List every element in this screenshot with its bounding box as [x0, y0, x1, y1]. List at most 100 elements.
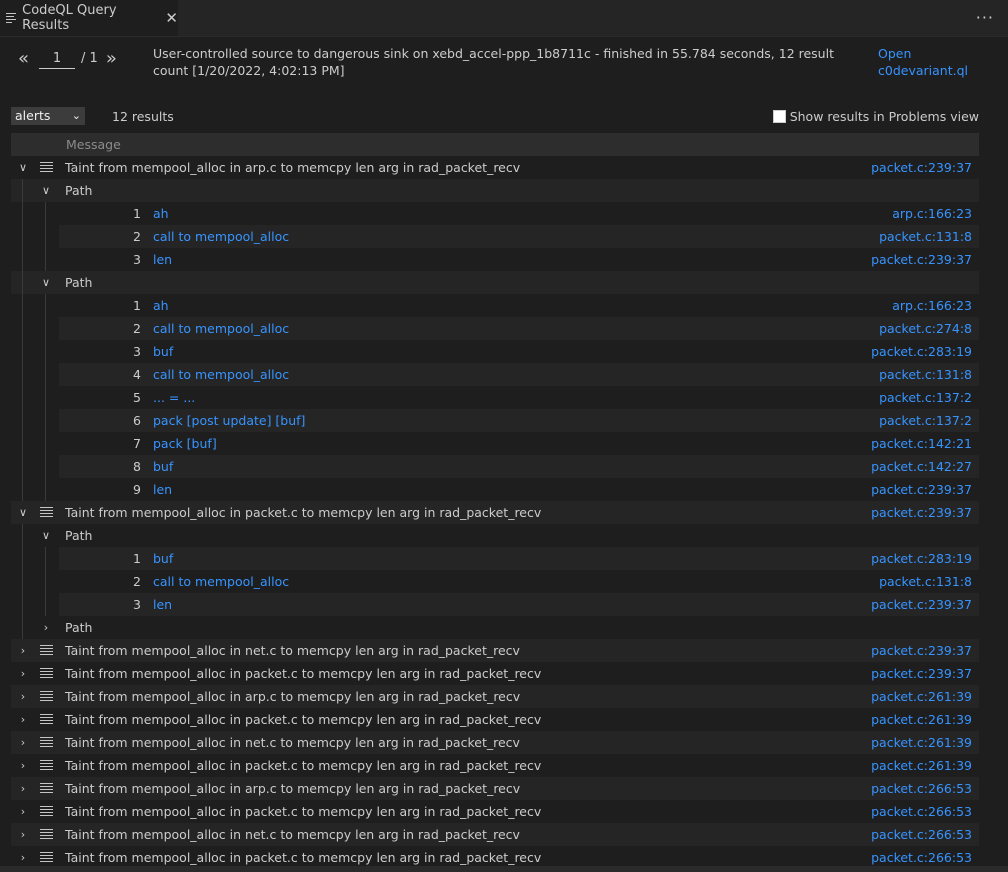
- step-link[interactable]: call to mempool_alloc: [153, 363, 289, 386]
- result-location-link[interactable]: packet.c:239:37: [871, 156, 972, 179]
- step-location-link[interactable]: packet.c:137:2: [879, 409, 972, 432]
- result-location-link[interactable]: packet.c:266:53: [871, 777, 972, 800]
- result-list-icon[interactable]: [40, 829, 53, 839]
- path-step-row[interactable]: 9 len packet.c:239:37: [11, 478, 979, 501]
- result-row[interactable]: › Taint from mempool_alloc in packet.c to…: [11, 800, 979, 823]
- step-location-link[interactable]: packet.c:283:19: [871, 547, 972, 570]
- result-row[interactable]: › Taint from mempool_alloc in net.c to me…: [11, 639, 979, 662]
- path-step-row[interactable]: 2 call to mempool_alloc packet.c:274:8: [11, 317, 979, 340]
- chevron-down-icon[interactable]: ∨: [16, 501, 30, 524]
- chevron-right-icon[interactable]: ›: [39, 616, 53, 639]
- horizontal-scrollbar[interactable]: [0, 866, 1008, 872]
- chevron-down-icon[interactable]: ∨: [39, 524, 53, 547]
- step-location-link[interactable]: arp.c:166:23: [892, 294, 972, 317]
- step-link[interactable]: ... = ...: [153, 386, 195, 409]
- result-location-link[interactable]: packet.c:261:39: [871, 685, 972, 708]
- result-list-icon[interactable]: [40, 783, 53, 793]
- result-list-icon[interactable]: [40, 852, 53, 862]
- result-location-link[interactable]: packet.c:239:37: [871, 662, 972, 685]
- result-location-link[interactable]: packet.c:261:39: [871, 708, 972, 731]
- path-step-row[interactable]: 1 buf packet.c:283:19: [11, 547, 979, 570]
- step-location-link[interactable]: packet.c:239:37: [871, 593, 972, 616]
- step-link[interactable]: buf: [153, 340, 173, 363]
- result-location-link[interactable]: packet.c:239:37: [871, 501, 972, 524]
- result-list-icon[interactable]: [40, 737, 53, 747]
- chevron-right-icon[interactable]: ›: [16, 754, 30, 777]
- chevron-right-icon[interactable]: ›: [16, 777, 30, 800]
- step-location-link[interactable]: packet.c:283:19: [871, 340, 972, 363]
- chevron-right-icon[interactable]: ›: [16, 708, 30, 731]
- path-step-row[interactable]: 2 call to mempool_alloc packet.c:131:8: [11, 570, 979, 593]
- result-list-icon[interactable]: [40, 668, 53, 678]
- path-step-row[interactable]: 5 ... = ... packet.c:137:2: [11, 386, 979, 409]
- result-list-icon[interactable]: [40, 645, 53, 655]
- chevron-right-icon[interactable]: ›: [16, 823, 30, 846]
- step-link[interactable]: buf: [153, 455, 173, 478]
- close-icon[interactable]: ✕: [165, 10, 178, 26]
- step-link[interactable]: call to mempool_alloc: [153, 570, 289, 593]
- result-row[interactable]: › Taint from mempool_alloc in net.c to me…: [11, 731, 979, 754]
- step-link[interactable]: ah: [153, 202, 169, 225]
- step-link[interactable]: buf: [153, 547, 173, 570]
- chevron-right-icon[interactable]: ›: [16, 685, 30, 708]
- step-link[interactable]: call to mempool_alloc: [153, 317, 289, 340]
- path-row[interactable]: ∨ Path: [11, 179, 979, 202]
- result-row[interactable]: › Taint from mempool_alloc in packet.c to…: [11, 708, 979, 731]
- result-row[interactable]: › Taint from mempool_alloc in arp.c to me…: [11, 777, 979, 800]
- result-location-link[interactable]: packet.c:239:37: [871, 639, 972, 662]
- next-page-button[interactable]: »: [106, 48, 117, 69]
- step-location-link[interactable]: packet.c:142:27: [871, 455, 972, 478]
- result-list-icon[interactable]: [40, 760, 53, 770]
- chevron-right-icon[interactable]: ›: [16, 662, 30, 685]
- step-location-link[interactable]: arp.c:166:23: [892, 202, 972, 225]
- result-row[interactable]: › Taint from mempool_alloc in arp.c to me…: [11, 685, 979, 708]
- step-location-link[interactable]: packet.c:131:8: [879, 570, 972, 593]
- previous-page-button[interactable]: «: [18, 48, 29, 69]
- result-location-link[interactable]: packet.c:266:53: [871, 823, 972, 846]
- problems-view-toggle[interactable]: Show results in Problems view: [772, 109, 979, 124]
- result-list-icon[interactable]: [40, 507, 53, 517]
- more-actions-icon[interactable]: ···: [976, 8, 994, 27]
- open-query-link[interactable]: Open c0devariant.ql: [878, 45, 968, 79]
- step-location-link[interactable]: packet.c:274:8: [879, 317, 972, 340]
- chevron-down-icon[interactable]: ∨: [39, 179, 53, 202]
- step-location-link[interactable]: packet.c:137:2: [879, 386, 972, 409]
- chevron-down-icon[interactable]: ∨: [39, 271, 53, 294]
- path-step-row[interactable]: 8 buf packet.c:142:27: [11, 455, 979, 478]
- step-location-link[interactable]: packet.c:239:37: [871, 478, 972, 501]
- step-link[interactable]: pack [buf]: [153, 432, 217, 455]
- problems-view-checkbox[interactable]: [772, 110, 786, 123]
- path-step-row[interactable]: 1 ah arp.c:166:23: [11, 294, 979, 317]
- result-location-link[interactable]: packet.c:266:53: [871, 800, 972, 823]
- chevron-right-icon[interactable]: ›: [16, 800, 30, 823]
- result-row[interactable]: › Taint from mempool_alloc in packet.c to…: [11, 662, 979, 685]
- result-list-icon[interactable]: [40, 806, 53, 816]
- step-link[interactable]: pack [post update] [buf]: [153, 409, 305, 432]
- step-location-link[interactable]: packet.c:131:8: [879, 225, 972, 248]
- step-link[interactable]: len: [153, 248, 172, 271]
- result-row[interactable]: ∨ Taint from mempool_alloc in packet.c to…: [11, 501, 979, 524]
- path-step-row[interactable]: 3 len packet.c:239:37: [11, 593, 979, 616]
- path-step-row[interactable]: 7 pack [buf] packet.c:142:21: [11, 432, 979, 455]
- result-list-icon[interactable]: [40, 691, 53, 701]
- result-row[interactable]: ∨ Taint from mempool_alloc in arp.c to me…: [11, 156, 979, 179]
- tab-codeql-query-results[interactable]: CodeQL Query Results ✕: [0, 0, 178, 36]
- path-step-row[interactable]: 6 pack [post update] [buf] packet.c:137:2: [11, 409, 979, 432]
- path-step-row[interactable]: 4 call to mempool_alloc packet.c:131:8: [11, 363, 979, 386]
- page-number-input[interactable]: [39, 48, 76, 69]
- step-link[interactable]: len: [153, 593, 172, 616]
- result-set-select[interactable]: alerts ⌄: [11, 107, 85, 125]
- path-step-row[interactable]: 2 call to mempool_alloc packet.c:131:8: [11, 225, 979, 248]
- result-row[interactable]: › Taint from mempool_alloc in packet.c to…: [11, 754, 979, 777]
- path-row[interactable]: ∨ Path: [11, 271, 979, 294]
- chevron-right-icon[interactable]: ›: [16, 639, 30, 662]
- step-location-link[interactable]: packet.c:131:8: [879, 363, 972, 386]
- result-list-icon[interactable]: [40, 714, 53, 724]
- step-link[interactable]: ah: [153, 294, 169, 317]
- step-location-link[interactable]: packet.c:142:21: [871, 432, 972, 455]
- path-step-row[interactable]: 1 ah arp.c:166:23: [11, 202, 979, 225]
- path-row[interactable]: › Path: [11, 616, 979, 639]
- path-step-row[interactable]: 3 len packet.c:239:37: [11, 248, 979, 271]
- result-location-link[interactable]: packet.c:261:39: [871, 754, 972, 777]
- path-row[interactable]: ∨ Path: [11, 524, 979, 547]
